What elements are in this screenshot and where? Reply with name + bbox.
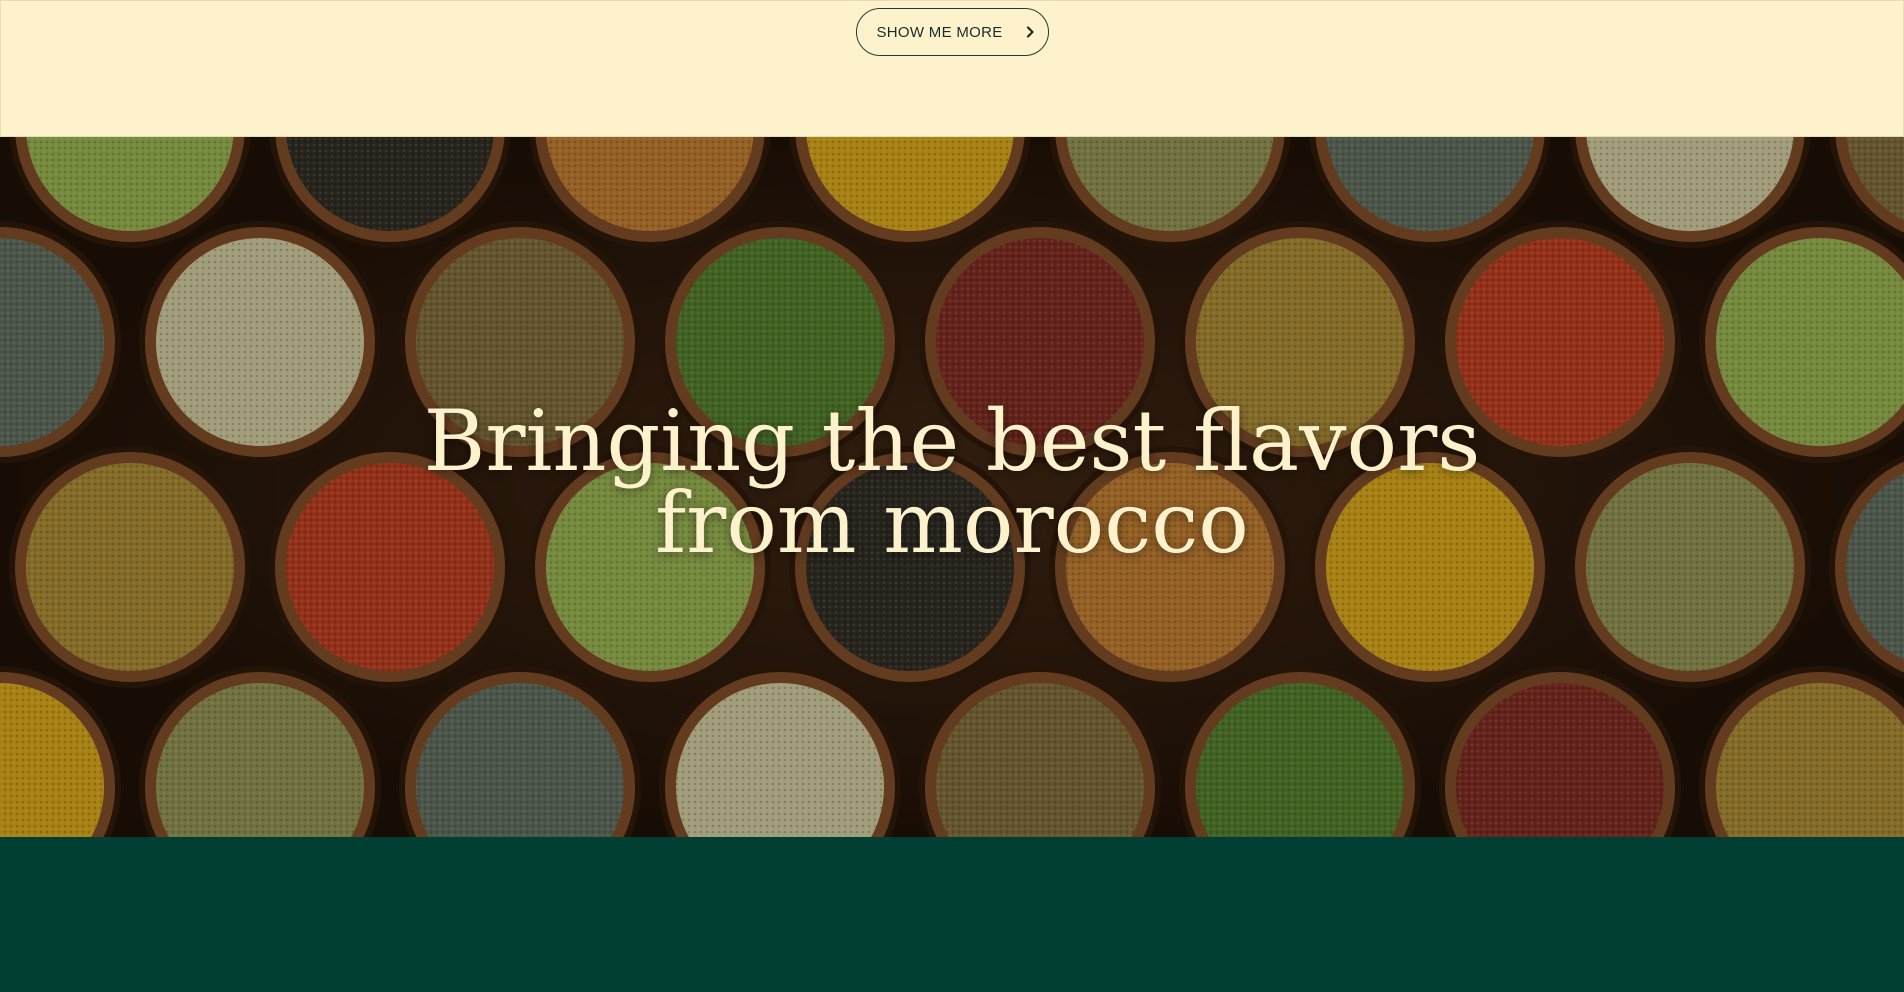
hero-banner: Bringing the best flavors from morocco [0,137,1904,837]
show-me-more-button[interactable]: SHOW ME MORE [856,8,1049,56]
bottom-section [0,837,1904,992]
top-section: SHOW ME MORE [0,0,1904,137]
hero-title: Bringing the best flavors from morocco [0,392,1904,572]
show-me-more-label: SHOW ME MORE [876,23,1003,41]
hero-title-line-2: from morocco [655,474,1249,572]
hero-title-line-1: Bringing the best flavors [423,392,1481,490]
chevron-right-icon [1026,26,1034,38]
